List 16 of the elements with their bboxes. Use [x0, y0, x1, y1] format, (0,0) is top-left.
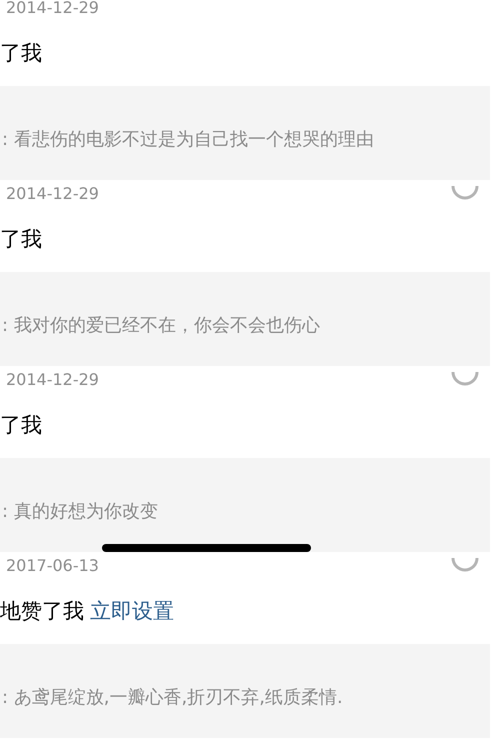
quote-text: : 看悲伤的电影不过是为自己找一个想哭的理由	[1, 128, 374, 152]
quote-text: : 我对你的爱已经不在，你会不会也伤心	[1, 314, 320, 338]
quote-text: : あ鸢尾绽放,一瓣心香,折刃不弃,纸质柔情.	[1, 686, 343, 710]
arc-icon	[450, 184, 480, 200]
notification-text: 了我	[0, 40, 42, 68]
date: 2014-12-29	[6, 369, 99, 391]
settings-link[interactable]: 立即设置	[90, 596, 174, 628]
date: 2014-12-29	[6, 0, 99, 19]
notification-text: 了我	[0, 226, 42, 254]
date: 2017-06-13	[6, 555, 99, 577]
notification-text: 地赞了我	[0, 598, 84, 626]
date: 2014-12-29	[6, 183, 99, 205]
arc-icon	[450, 370, 480, 386]
arc-icon	[450, 556, 480, 572]
notification-text: 了我	[0, 412, 42, 440]
quote-text: : 真的好想为你改变	[1, 500, 158, 524]
